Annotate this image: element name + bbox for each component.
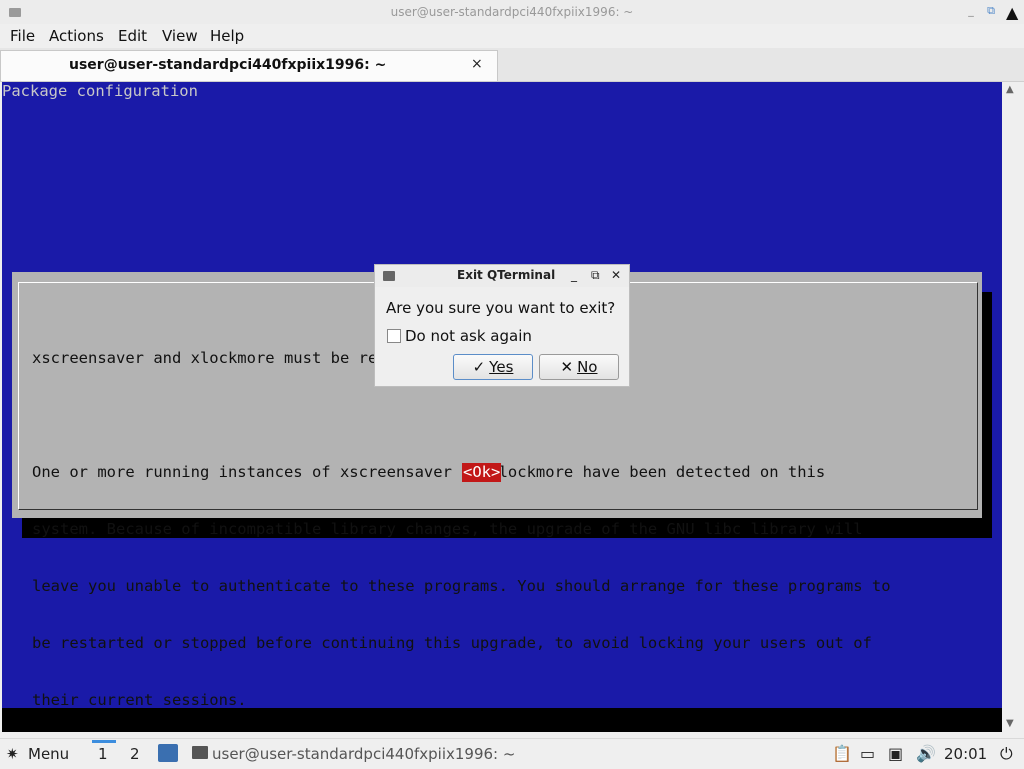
dialog-minimize-icon[interactable]: _ — [571, 268, 577, 282]
notification-icon[interactable]: ▭ — [860, 744, 875, 763]
scroll-down-icon[interactable]: ▼ — [1006, 718, 1014, 729]
menubar: File Actions Edit View Help — [0, 24, 1024, 48]
lxqt-menu-icon[interactable]: ✷ — [6, 745, 19, 763]
exit-dialog-title: Exit QTerminal — [457, 268, 556, 282]
dialog-close-icon[interactable]: ✕ — [611, 268, 621, 282]
package-configuration-header: Package configuration — [2, 82, 198, 100]
exit-dialog-message: Are you sure you want to exit? — [386, 299, 616, 317]
menu-file[interactable]: File — [10, 27, 35, 45]
terminal-scrollbar[interactable]: ▲ ▼ — [1003, 82, 1022, 732]
dialog-line: system. Because of incompatible library … — [32, 520, 863, 538]
minimize-icon[interactable]: _ — [966, 5, 976, 16]
active-workspace-indicator — [92, 740, 116, 743]
ok-button[interactable]: <Ok> — [462, 463, 502, 482]
dialog-line: leave you unable to authenticate to thes… — [32, 577, 891, 595]
workspace-1[interactable]: 1 — [98, 745, 108, 763]
window-title: user@user-standardpci440fxpiix1996: ~ — [390, 5, 634, 19]
do-not-ask-label[interactable]: Do not ask again — [405, 327, 532, 345]
menu-view[interactable]: View — [162, 27, 198, 45]
x-icon: ✕ — [560, 358, 574, 376]
maximize-icon[interactable]: ⧉ — [986, 5, 996, 16]
mouse-cursor-icon: ▲ — [1006, 3, 1019, 22]
volume-icon[interactable]: 🔊 — [916, 744, 936, 763]
terminal-icon — [383, 271, 395, 281]
terminal-tab[interactable]: user@user-standardpci440fxpiix1996: ~ × — [0, 50, 498, 81]
tab-close-icon[interactable]: × — [471, 56, 483, 72]
no-button[interactable]: ✕ No — [539, 354, 619, 380]
dialog-line: be restarted or stopped before continuin… — [32, 634, 872, 652]
taskbar-task-label[interactable]: user@user-standardpci440fxpiix1996: ~ — [212, 745, 515, 763]
yes-button-label: Yes — [489, 358, 514, 376]
dialog-line: their current sessions. — [32, 691, 247, 709]
battery-icon[interactable]: ▣ — [888, 744, 903, 763]
clock[interactable]: 20:01 — [944, 745, 987, 763]
yes-button[interactable]: ✓ Yes — [453, 354, 533, 380]
window-title-bar: user@user-standardpci440fxpiix1996: ~ _ … — [0, 0, 1024, 24]
menu-edit[interactable]: Edit — [118, 27, 147, 45]
scroll-up-icon[interactable]: ▲ — [1006, 84, 1014, 95]
dialog-line — [32, 406, 891, 425]
app-launcher-icon[interactable] — [158, 744, 178, 762]
menu-actions[interactable]: Actions — [49, 27, 104, 45]
exit-qterminal-dialog: Exit QTerminal _ ⧉ ✕ Are you sure you wa… — [374, 264, 630, 387]
power-icon[interactable]: ⏻ — [1000, 744, 1013, 764]
do-not-ask-checkbox[interactable] — [387, 329, 401, 343]
exit-dialog-title-bar: Exit QTerminal _ ⧉ ✕ — [375, 265, 629, 287]
workspace-2[interactable]: 2 — [130, 745, 140, 763]
check-icon: ✓ — [472, 358, 486, 376]
task-terminal-icon — [192, 746, 208, 759]
clipboard-icon[interactable]: 📋 — [832, 744, 852, 763]
dialog-maximize-icon[interactable]: ⧉ — [591, 268, 600, 283]
menu-help[interactable]: Help — [210, 27, 244, 45]
tab-label: user@user-standardpci440fxpiix1996: ~ — [69, 57, 387, 73]
menu-button[interactable]: Menu — [28, 745, 69, 763]
no-button-label: No — [577, 358, 598, 376]
taskbar: ✷ Menu 1 2 user@user-standardpci440fxpii… — [0, 738, 1024, 769]
